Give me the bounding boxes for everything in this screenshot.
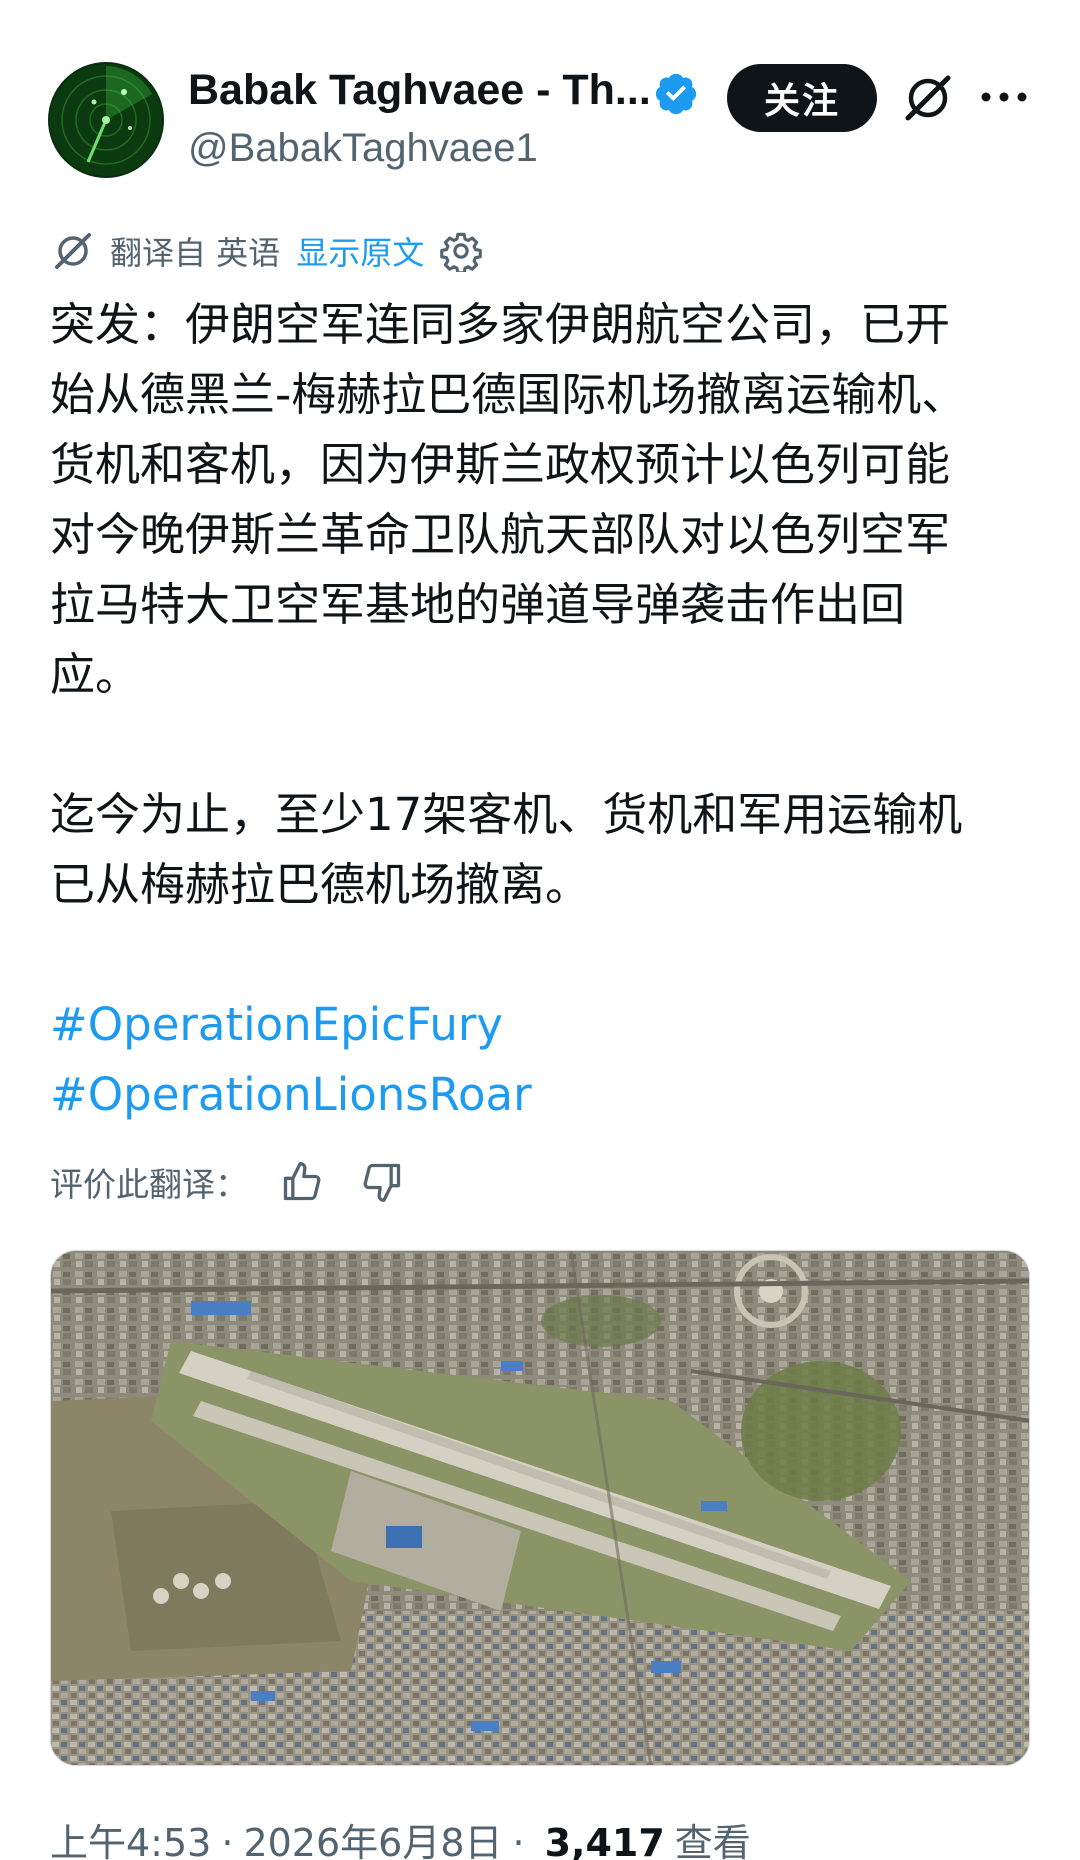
- satellite-image[interactable]: [50, 1250, 1030, 1766]
- text-line: 迄今为止，至少17架客机、货机和军用运输机: [50, 788, 963, 841]
- translated-from-label: 翻译自 英语: [110, 234, 281, 272]
- grok-translate-icon: [55, 233, 91, 269]
- follow-button[interactable]: 关注: [727, 64, 877, 132]
- text-line: 货机和客机，因为伊斯兰政权预计以色列可能: [50, 438, 951, 491]
- verified-badge-icon: [655, 73, 697, 115]
- thumbs-down-icon[interactable]: [360, 1160, 404, 1204]
- hashtag-link[interactable]: #OperationLionsRoar: [50, 1060, 1040, 1130]
- views-count: 3,417: [544, 1821, 665, 1860]
- tweet-page: Babak Taghvaee - Th... @BabakTaghvaee1 关…: [0, 0, 1080, 1860]
- post-date[interactable]: 2026年6月8日: [243, 1812, 502, 1860]
- text-line: 突发：伊朗空军连同多家伊朗航空公司，已开: [50, 298, 951, 351]
- rate-translation: 评价此翻译：: [50, 1158, 404, 1206]
- tweet-text: 突发：伊朗空军连同多家伊朗航空公司，已开 始从德黑兰-梅赫拉巴德国际机场撤离运输…: [50, 290, 1040, 1130]
- author-display-name[interactable]: Babak Taghvaee - Th...: [188, 66, 651, 115]
- avatar[interactable]: [48, 62, 164, 178]
- text-line: 拉马特大卫空军基地的弹道导弹袭击作出回: [50, 578, 906, 631]
- more-horizontal-icon[interactable]: [980, 82, 1028, 112]
- hashtag-link[interactable]: #OperationEpicFury: [50, 990, 1040, 1060]
- separator-dot: ·: [512, 1821, 525, 1860]
- separator-dot: ·: [221, 1821, 234, 1860]
- gear-icon[interactable]: [440, 230, 483, 272]
- airport-satellite-image: [51, 1251, 1029, 1765]
- author-handle[interactable]: @BabakTaghvaee1: [188, 126, 538, 171]
- text-line: 应。: [50, 648, 141, 701]
- grok-icon[interactable]: [900, 70, 956, 126]
- translation-bar: 翻译自 英语 显示原文: [50, 226, 483, 276]
- views-label: 查看: [674, 1821, 751, 1860]
- text-line: 已从梅赫拉巴德机场撤离。: [50, 858, 591, 911]
- show-original-link[interactable]: 显示原文: [296, 228, 424, 274]
- thumbs-up-icon[interactable]: [280, 1160, 324, 1204]
- radar-avatar-icon: [50, 64, 162, 176]
- post-time[interactable]: 上午4:53: [50, 1812, 211, 1860]
- tweet-meta: 上午4:53 · 2026年6月8日 · 3,417 查看: [50, 1812, 751, 1860]
- rate-translation-label: 评价此翻译：: [50, 1165, 248, 1204]
- text-line: 始从德黑兰-梅赫拉巴德国际机场撤离运输机、: [50, 368, 967, 421]
- text-line: 对今晚伊斯兰革命卫队航天部队对以色列空军: [50, 508, 951, 561]
